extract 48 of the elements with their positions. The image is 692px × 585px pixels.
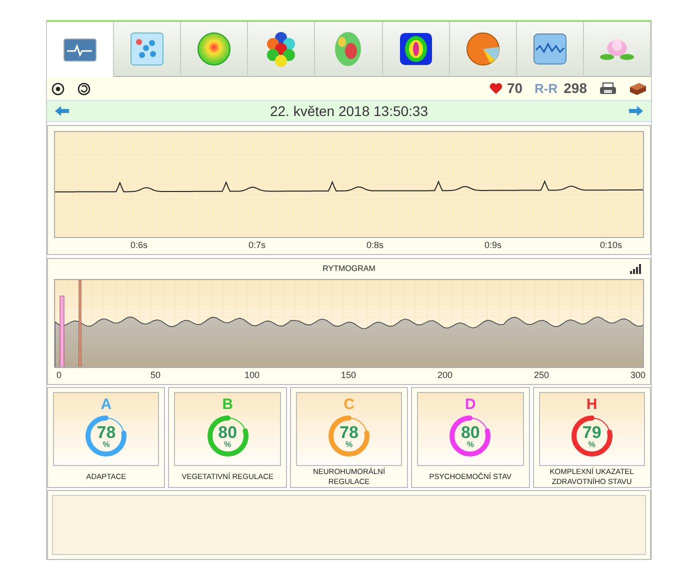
gauge-unit: % [224,440,232,448]
axis-label: 200 [437,369,453,382]
indicator-letter: B [222,396,234,413]
gauge-unit: % [588,440,596,448]
scatter-plot-icon [128,30,166,68]
indicator-letter: C [344,396,354,413]
record-icon[interactable] [51,82,65,96]
gauge-unit: % [466,440,474,448]
axis-label: 150 [340,369,356,382]
gauge-value: 80 [460,424,480,440]
heart-rate: 70 [506,79,523,98]
indicator-letter: A [100,396,112,413]
pie-chart-icon [464,30,502,68]
indicator-letter: D [465,396,476,413]
printer-icon[interactable] [599,82,617,96]
tab[interactable] [382,22,450,77]
tab[interactable] [315,22,383,77]
time-label: 0:7s [248,239,266,252]
gauge-unit: % [345,440,353,448]
time-label: 0:6s [130,239,148,252]
date-time: 22. květen 2018 13:50:33 [268,102,430,120]
right-arrow-icon[interactable] [629,106,643,116]
tab[interactable] [450,22,517,77]
sphere-icon [195,30,234,68]
gauge-unit: % [102,440,110,448]
left-arrow-icon[interactable] [55,106,69,116]
gauge-value: 79 [582,424,602,440]
tab[interactable] [47,22,114,77]
gauge-value: 78 [340,424,358,440]
axis-label: 100 [244,369,260,382]
rr-label: R-R [534,80,558,98]
gauge-value: 78 [96,424,116,440]
indicator-letter: H [586,396,598,413]
axis-label: 50 [150,369,160,382]
rr-value: 298 [564,79,587,98]
tab[interactable] [248,22,316,77]
axis-label: 0 [56,369,62,382]
gauge-value: 80 [218,424,238,440]
heart-icon [488,82,503,95]
signal-bars-icon[interactable] [630,264,642,274]
time-label: 0:8s [366,239,384,252]
axis-label: 300 [630,369,646,382]
axis-label: 250 [534,369,550,382]
chart-title: RYTMOGRAM [322,263,376,275]
tab[interactable] [516,22,584,77]
time-label: 0:10s [600,239,622,252]
time-label: 0:9s [484,239,502,252]
refresh-icon[interactable] [77,82,91,96]
